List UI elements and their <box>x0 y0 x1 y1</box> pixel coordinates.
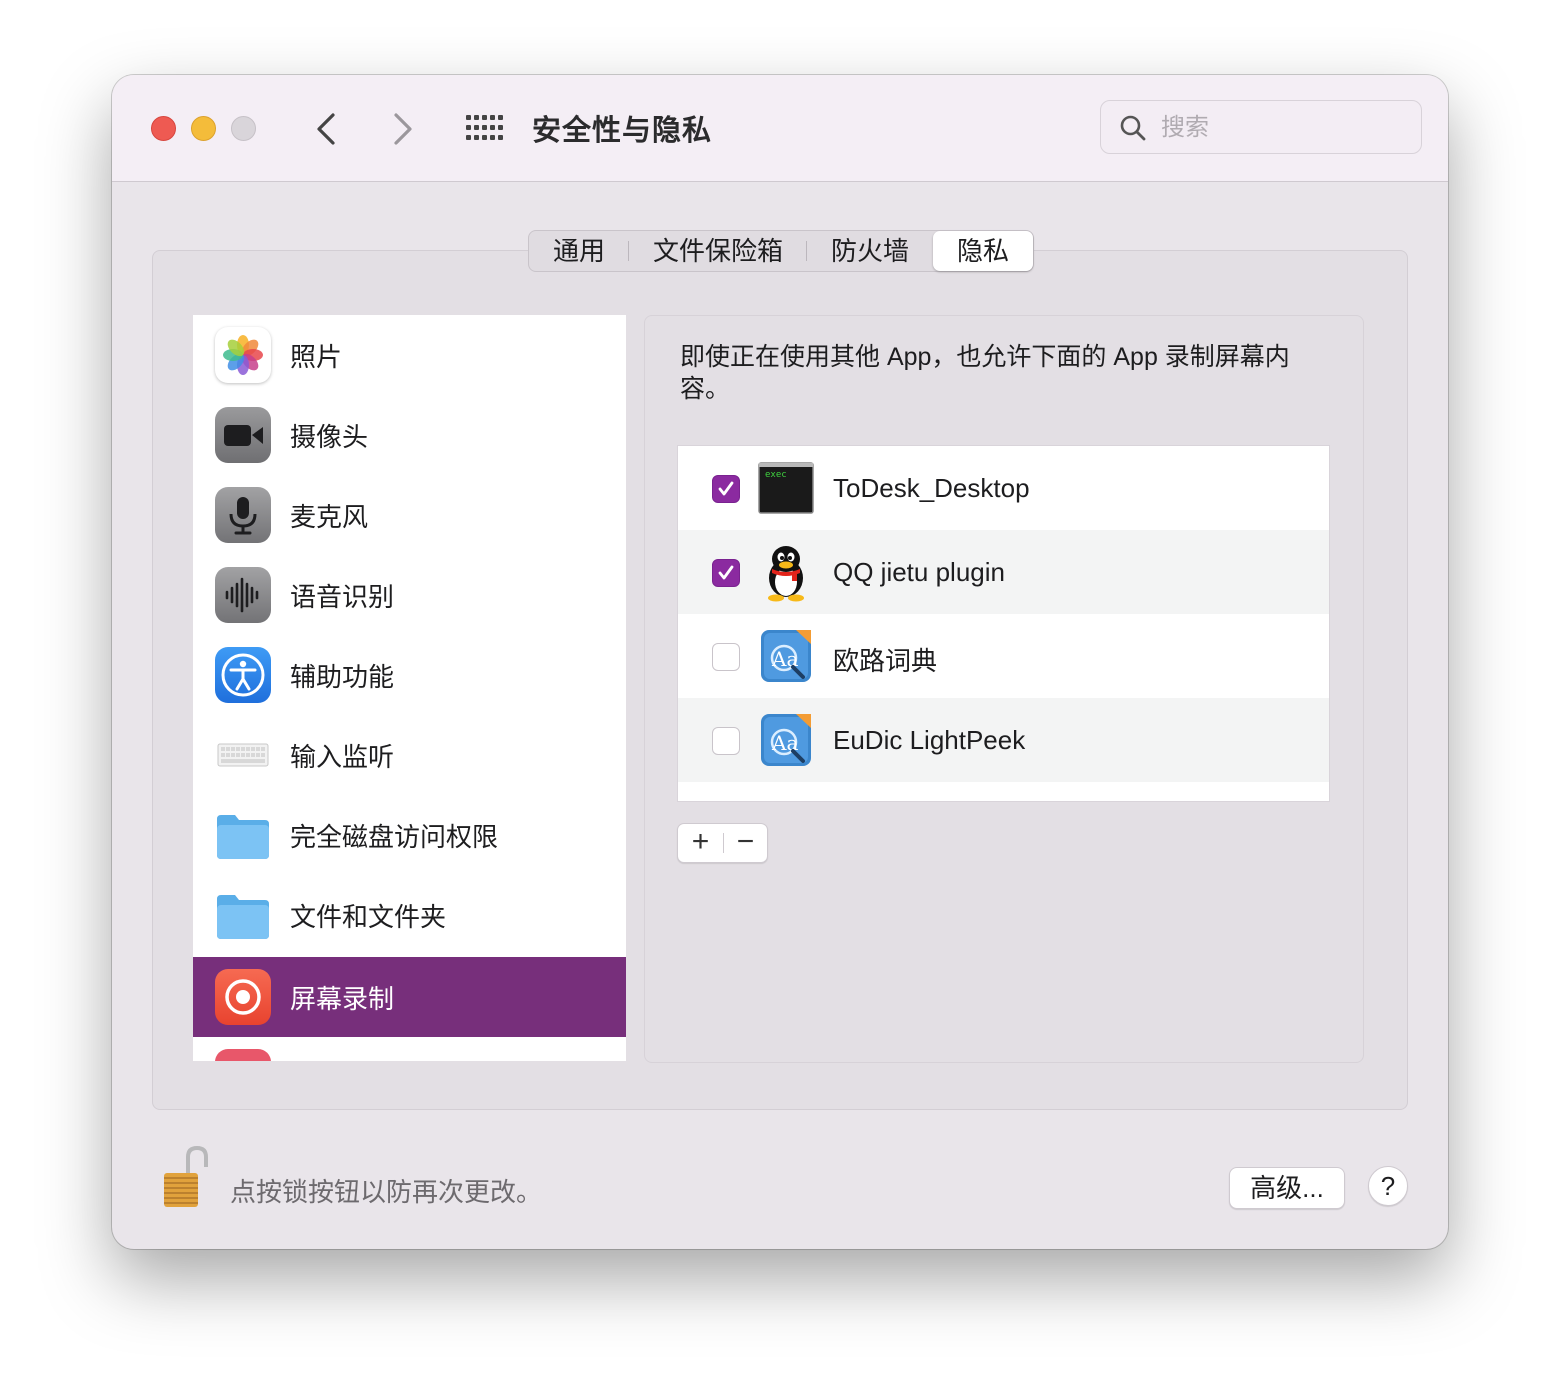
title-bar: 安全性与隐私 <box>112 75 1448 182</box>
screen-recording-icon <box>215 969 271 1025</box>
zoom-window-button[interactable] <box>231 116 256 141</box>
microphone-icon <box>215 487 271 543</box>
app-checkbox[interactable] <box>712 643 740 671</box>
search-field[interactable] <box>1100 100 1422 154</box>
remove-app-button[interactable]: − <box>723 824 768 862</box>
tab-general[interactable]: 通用 <box>529 231 630 271</box>
sidebar-item-label: 完全磁盘访问权限 <box>290 822 499 852</box>
tab-firewall[interactable]: 防火墙 <box>807 231 933 271</box>
list-item[interactable]: Aa 欧路词典 <box>678 614 1329 698</box>
grid-icon <box>466 115 503 140</box>
photos-icon <box>215 327 271 383</box>
chevron-right-icon <box>394 113 412 145</box>
sidebar-item-full-disk-access[interactable]: 完全磁盘访问权限 <box>193 795 626 875</box>
list-item[interactable]: QQ jietu plugin <box>678 530 1329 614</box>
list-item-partial[interactable] <box>678 782 1329 801</box>
sidebar-item-label: 麦克风 <box>290 502 369 532</box>
sidebar-item-photos[interactable]: 照片 <box>193 315 626 395</box>
sidebar-item-label: 辅助功能 <box>290 662 395 692</box>
tab-privacy[interactable]: 隐私 <box>933 231 1034 271</box>
checkmark-icon <box>718 481 734 496</box>
lock-button[interactable] <box>160 1145 210 1211</box>
app-name: QQ jietu plugin <box>833 557 1005 587</box>
advanced-button[interactable]: 高级... <box>1229 1167 1345 1209</box>
app-icon <box>758 798 814 801</box>
eudic-icon: Aa <box>758 714 814 766</box>
sidebar-item-label: 屏幕录制 <box>290 984 395 1014</box>
close-window-button[interactable] <box>151 116 176 141</box>
sidebar-item-files-and-folders[interactable]: 文件和文件夹 <box>193 875 626 955</box>
sidebar-item-microphone[interactable]: 麦克风 <box>193 475 626 555</box>
keyboard-icon <box>215 727 271 783</box>
search-input[interactable] <box>1159 109 1403 147</box>
show-all-button[interactable] <box>464 113 504 143</box>
folder-icon <box>215 807 271 863</box>
app-icon <box>215 1049 271 1061</box>
camera-icon <box>215 407 271 463</box>
speech-recognition-icon <box>215 567 271 623</box>
sidebar-item-label: 输入监听 <box>290 742 395 772</box>
tab-filevault[interactable]: 文件保险箱 <box>629 231 808 271</box>
chevron-left-icon <box>317 113 335 145</box>
sidebar-item-label: 照片 <box>290 342 343 372</box>
sidebar-item-camera[interactable]: 摄像头 <box>193 395 626 475</box>
accessibility-icon <box>215 647 271 703</box>
window-title: 安全性与隐私 <box>532 115 713 147</box>
back-button[interactable] <box>309 109 345 149</box>
help-button[interactable]: ? <box>1368 1166 1408 1206</box>
permission-description: 即使正在使用其他 App，也允许下面的 App 录制屏幕内容。 <box>680 343 1290 403</box>
sidebar-item-label: 文件和文件夹 <box>290 902 447 932</box>
folder-icon <box>215 887 271 943</box>
app-name: ToDesk_Desktop <box>833 473 1030 503</box>
list-item[interactable]: exec ToDesk_Desktop <box>678 446 1329 530</box>
privacy-category-list[interactable]: 照片 摄像头 麦克风 语音识别 辅助功能 输入监听 完全磁盘访问权限 文件和文件… <box>193 315 626 1061</box>
app-name: 欧路词典 <box>833 646 938 676</box>
forward-button[interactable] <box>384 109 420 149</box>
app-name: EuDic LightPeek <box>833 725 1026 755</box>
sidebar-item-speech-recognition[interactable]: 语音识别 <box>193 555 626 635</box>
padlock-open-icon <box>164 1145 208 1207</box>
svg-text:exec: exec <box>765 470 787 480</box>
app-checkbox[interactable] <box>712 559 740 587</box>
app-list[interactable]: exec ToDesk_Desktop QQ jietu plugin Aa 欧… <box>677 445 1330 802</box>
sidebar-item-label: 摄像头 <box>290 422 369 452</box>
sidebar-item-accessibility[interactable]: 辅助功能 <box>193 635 626 715</box>
exec-terminal-icon: exec <box>758 462 814 514</box>
add-app-button[interactable]: + <box>678 824 723 862</box>
segmented-tabs: 通用 文件保险箱 防火墙 隐私 <box>528 230 1035 272</box>
list-item[interactable]: Aa EuDic LightPeek <box>678 698 1329 782</box>
checkmark-icon <box>718 565 734 580</box>
lock-hint-text: 点按锁按钮以防再次更改。 <box>230 1177 543 1207</box>
preferences-window: 安全性与隐私 通用 文件保险箱 防火墙 隐私 <box>112 75 1448 1249</box>
add-remove-control: + − <box>677 823 768 863</box>
app-checkbox[interactable] <box>712 475 740 503</box>
qq-penguin-icon <box>758 546 814 602</box>
eudic-icon: Aa <box>758 630 814 682</box>
minimize-window-button[interactable] <box>191 116 216 141</box>
sidebar-item-screen-recording[interactable]: 屏幕录制 <box>193 957 626 1037</box>
sidebar-item-label: 语音识别 <box>290 582 395 612</box>
search-icon <box>1120 115 1146 141</box>
sidebar-item-partial[interactable] <box>193 1037 626 1061</box>
sidebar-item-input-monitoring[interactable]: 输入监听 <box>193 715 626 795</box>
app-checkbox[interactable] <box>712 727 740 755</box>
